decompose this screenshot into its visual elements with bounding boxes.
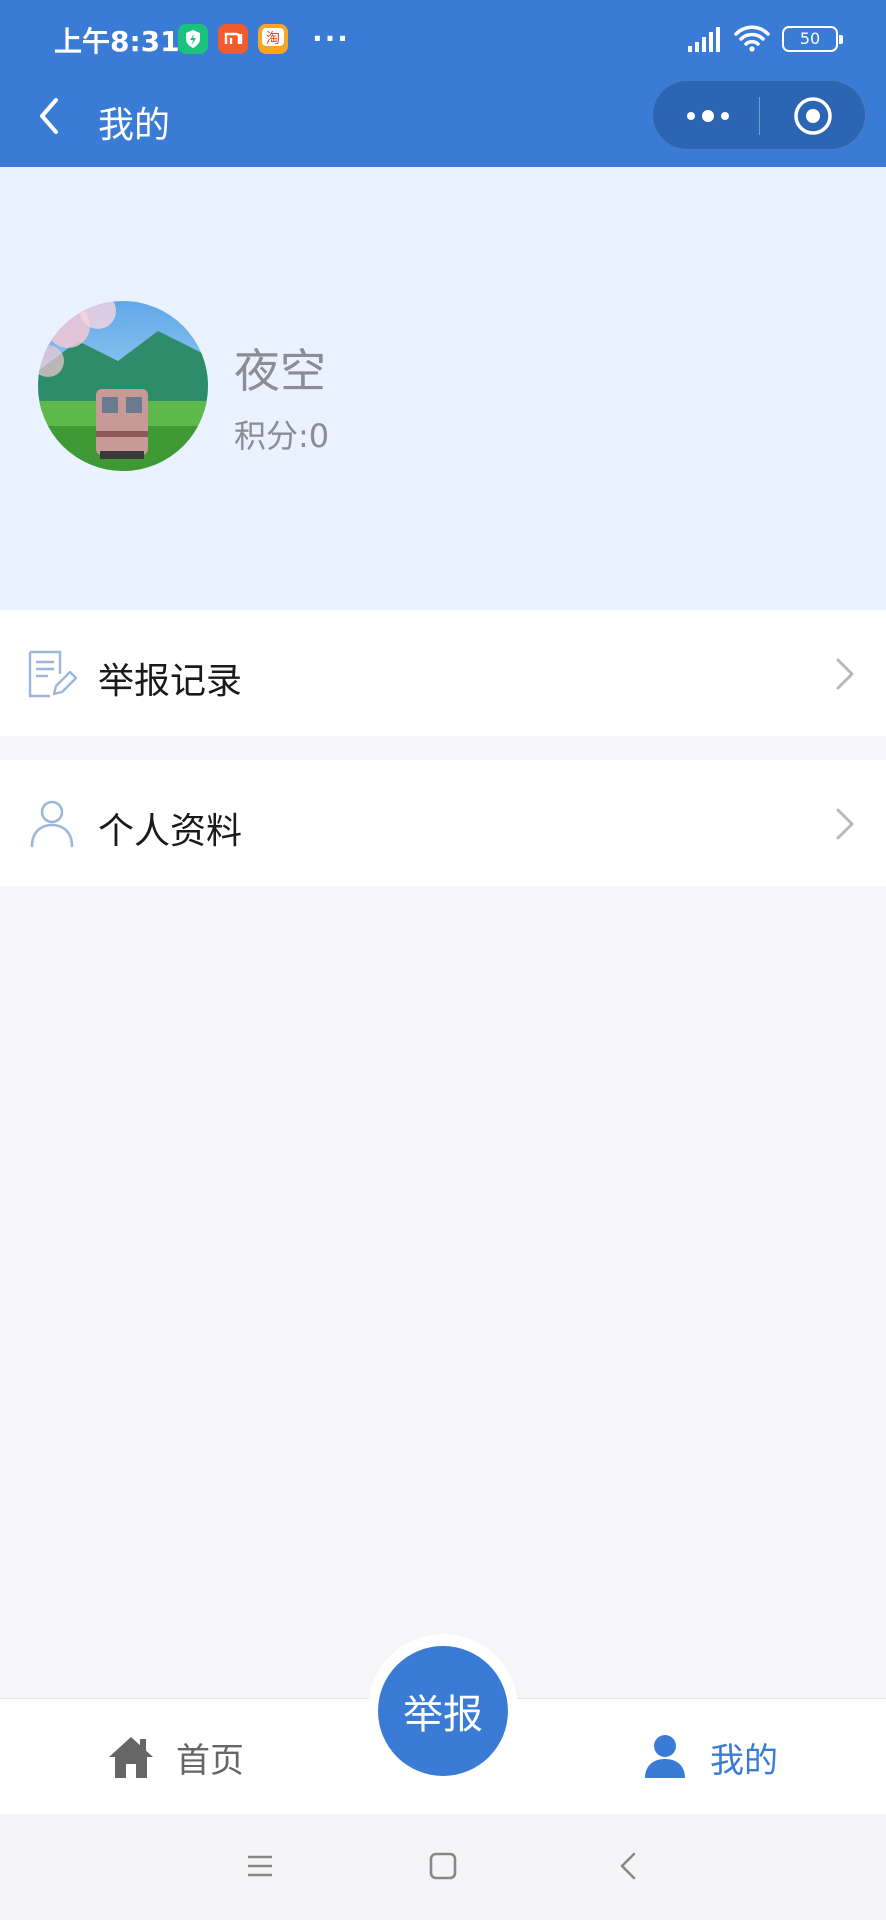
user-name: 夜空 <box>234 344 326 398</box>
system-back-icon[interactable] <box>612 1848 648 1884</box>
avatar[interactable] <box>38 301 208 471</box>
home-icon <box>109 1737 153 1778</box>
status-more-icon: ··· <box>312 22 350 55</box>
report-button[interactable]: 举报 <box>378 1646 508 1776</box>
mi-app-icon <box>218 24 248 54</box>
status-bar: 上午8:31 淘 ··· 50 <box>0 0 886 76</box>
close-mini-program-icon[interactable] <box>793 96 833 136</box>
document-edit-icon <box>28 650 78 698</box>
app-header: 上午8:31 淘 ··· 50 我的 <box>0 0 886 167</box>
battery-icon: 50 <box>782 26 843 52</box>
system-nav-bar <box>0 1814 886 1920</box>
battery-level: 50 <box>799 29 821 48</box>
user-points: 积分:0 <box>234 417 330 455</box>
chevron-right-icon <box>836 808 854 840</box>
signal-icon <box>688 27 720 52</box>
mini-program-capsule <box>652 80 866 150</box>
home-square-icon[interactable] <box>425 1848 461 1884</box>
tab-home[interactable]: 首页 <box>106 1699 244 1815</box>
status-time: 上午8:31 <box>54 25 180 58</box>
taobao-app-icon: 淘 <box>258 24 288 54</box>
svg-text:淘: 淘 <box>266 31 280 47</box>
recent-apps-icon[interactable] <box>242 1848 278 1884</box>
user-filled-icon <box>645 1735 685 1778</box>
menu-label-personal-info: 个人资料 <box>98 811 243 852</box>
wifi-icon <box>734 25 770 52</box>
menu-item-personal-info[interactable]: 个人资料 <box>0 760 886 886</box>
tab-home-label: 首页 <box>176 1740 244 1781</box>
capsule-divider <box>759 97 760 135</box>
menu-label-report-records: 举报记录 <box>98 661 243 702</box>
security-app-icon <box>178 24 208 54</box>
tab-mine[interactable]: 我的 <box>640 1699 778 1815</box>
user-icon <box>30 800 74 848</box>
page-title: 我的 <box>98 105 171 146</box>
more-icon[interactable] <box>685 103 731 129</box>
tab-mine-label: 我的 <box>710 1740 778 1781</box>
menu-item-report-records[interactable]: 举报记录 <box>0 610 886 736</box>
back-icon[interactable] <box>30 92 66 140</box>
chevron-right-icon <box>836 658 854 690</box>
profile-section: 夜空 积分:0 <box>0 167 886 610</box>
